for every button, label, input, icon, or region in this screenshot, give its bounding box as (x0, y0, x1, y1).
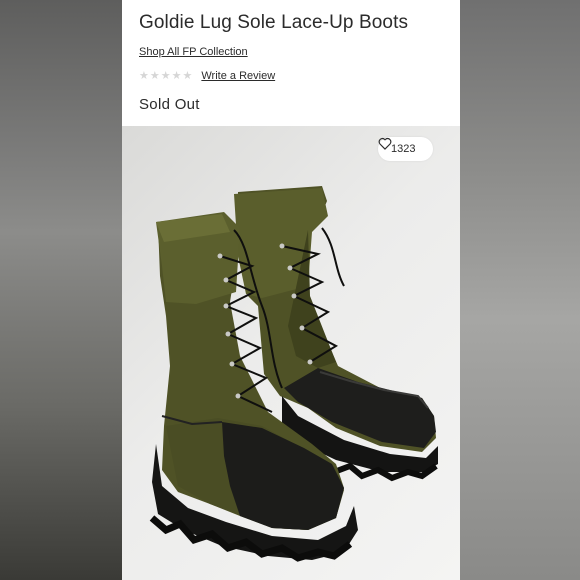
like-button[interactable]: 1323 (378, 137, 434, 161)
product-title: Goldie Lug Sole Lace-Up Boots (139, 12, 409, 33)
shop-collection-link[interactable]: Shop All FP Collection (139, 46, 248, 58)
boots-illustration (149, 186, 438, 562)
star-icon: ★ (182, 69, 193, 82)
star-icon: ★ (139, 69, 149, 82)
like-count: 1323 (391, 143, 416, 155)
rating-row: ★ ★ ★ ★ ★ Write a Review (139, 68, 275, 84)
write-review-link[interactable]: Write a Review (201, 70, 275, 82)
blurred-background-left (0, 0, 122, 580)
star-rating[interactable]: ★ ★ ★ ★ ★ (139, 69, 193, 82)
availability-status: Sold Out (139, 96, 200, 113)
blurred-background-right (460, 0, 580, 580)
star-icon: ★ (171, 69, 182, 82)
product-page: Goldie Lug Sole Lace-Up Boots Shop All F… (122, 0, 460, 580)
product-image[interactable]: 1323 (122, 126, 460, 580)
star-icon: ★ (160, 69, 171, 82)
star-icon: ★ (149, 69, 160, 82)
product-info: Goldie Lug Sole Lace-Up Boots Shop All F… (122, 0, 460, 126)
